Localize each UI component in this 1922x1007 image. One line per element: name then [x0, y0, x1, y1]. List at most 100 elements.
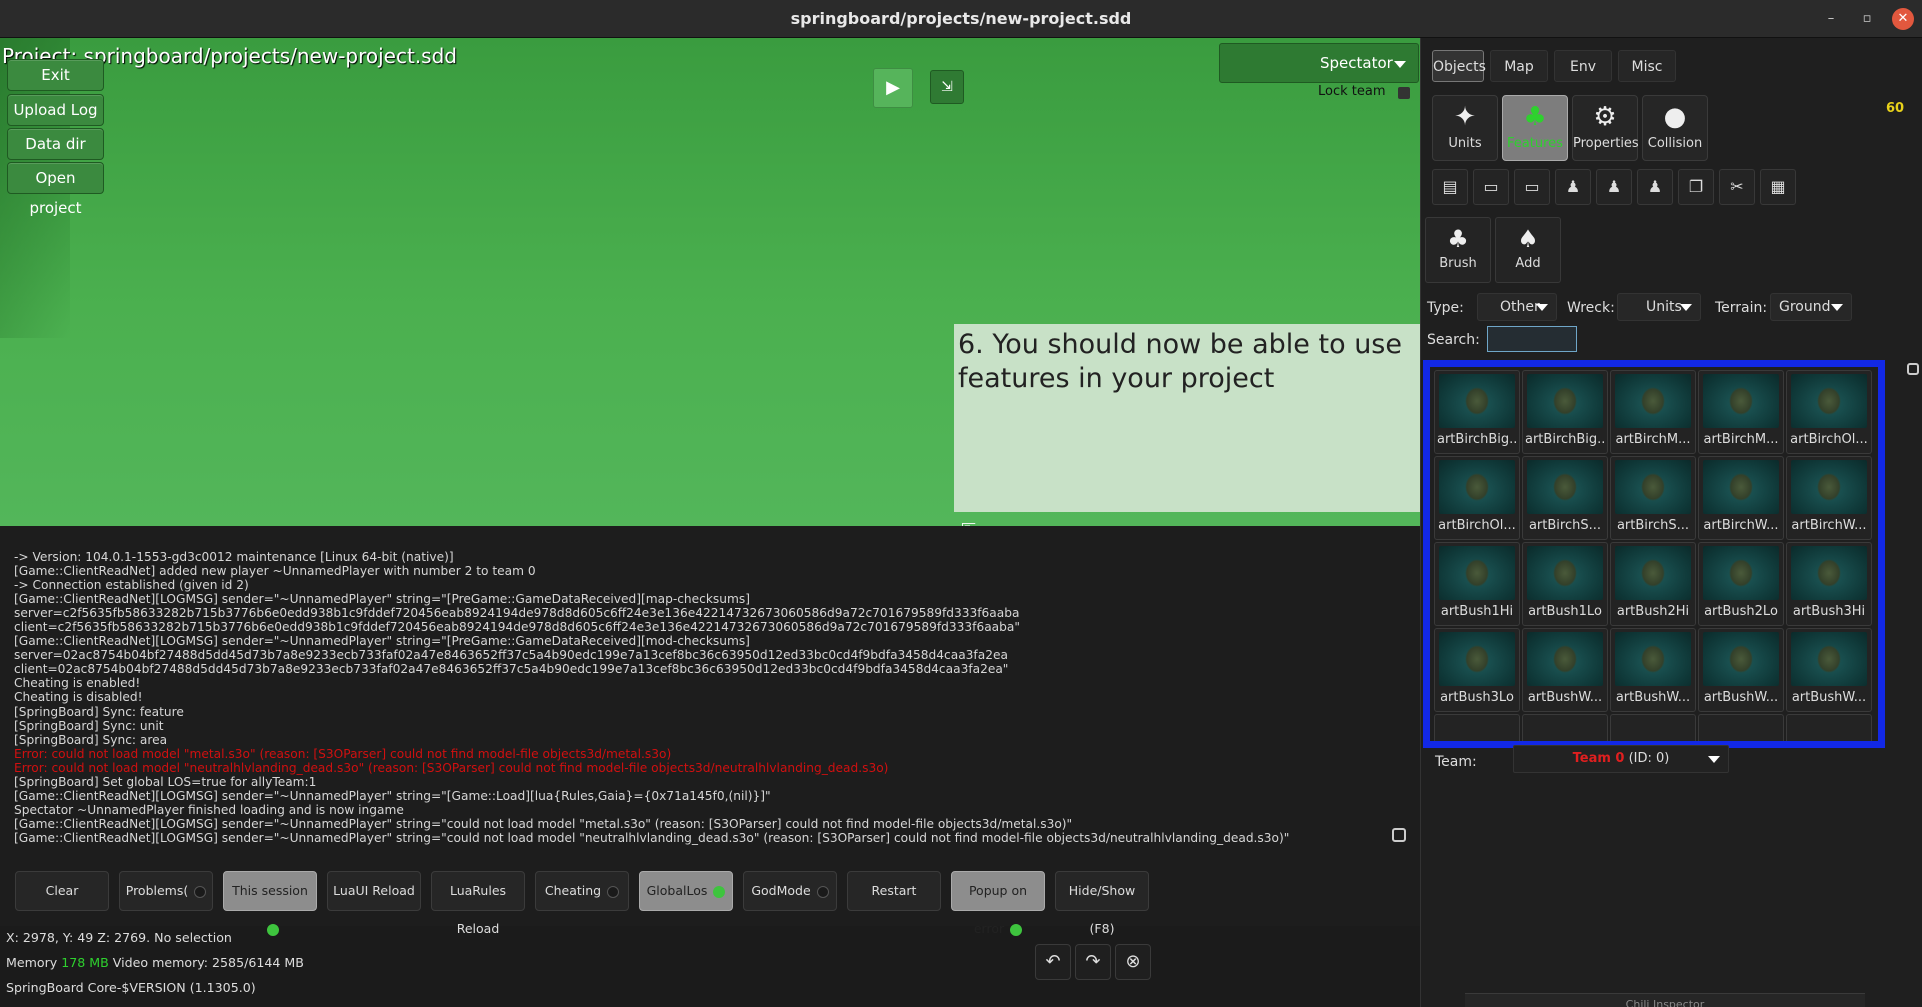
- feature-item[interactable]: artBushW...: [1698, 628, 1784, 712]
- godmode-button[interactable]: GodMode: [743, 871, 837, 911]
- export-button[interactable]: ♟: [1596, 169, 1632, 205]
- status-area: X: 2978, Y: 49 Z: 2769. No selection Mem…: [6, 925, 304, 1000]
- redo-button[interactable]: ↷: [1075, 944, 1111, 980]
- godmode-label: GodMode: [751, 883, 811, 898]
- minimize-icon[interactable]: –: [1820, 8, 1842, 30]
- export-all-button[interactable]: ♟: [1637, 169, 1673, 205]
- feature-item[interactable]: [1434, 714, 1520, 741]
- feature-item[interactable]: artBirchOl...: [1786, 370, 1872, 454]
- feature-item[interactable]: artBirchOl...: [1434, 456, 1520, 540]
- terrain-label: Terrain:: [1715, 300, 1768, 316]
- wreck-label: Wreck:: [1567, 300, 1615, 316]
- tab-env[interactable]: Env: [1554, 50, 1612, 82]
- close-icon[interactable]: ✕: [1892, 8, 1914, 30]
- resize-icon[interactable]: [1907, 363, 1919, 375]
- feature-label: artBirchS...: [1528, 518, 1602, 533]
- feature-item[interactable]: artBirchS...: [1610, 456, 1696, 540]
- fps-counter: 60: [1886, 101, 1905, 116]
- save-folder-button[interactable]: ▭: [1514, 169, 1550, 205]
- feature-item[interactable]: artBushW...: [1522, 628, 1608, 712]
- luaui-reload-button[interactable]: LuaUI Reload: [327, 871, 421, 911]
- luarules-reload-label: LuaRules Reload: [449, 883, 507, 936]
- feature-item[interactable]: artBirchM...: [1698, 370, 1784, 454]
- upload-log-button[interactable]: Upload Log: [7, 94, 104, 126]
- feature-thumbnail: [1439, 546, 1515, 600]
- memory-label: Memory: [6, 955, 58, 970]
- search-input[interactable]: [1487, 326, 1577, 352]
- team-select[interactable]: Team 0 (ID: 0): [1513, 745, 1729, 773]
- feature-label: artBirchW...: [1791, 518, 1867, 533]
- open-project-button[interactable]: Open project: [7, 162, 104, 217]
- feature-item[interactable]: artBush1Hi: [1434, 542, 1520, 626]
- feature-item[interactable]: artBush3Hi: [1786, 542, 1872, 626]
- feature-item[interactable]: artBirchW...: [1698, 456, 1784, 540]
- tab-misc[interactable]: Misc: [1618, 50, 1676, 82]
- feature-item[interactable]: artBirchBig...: [1434, 370, 1520, 454]
- log-line: [SpringBoard] Sync: unit: [14, 718, 164, 733]
- properties-tool[interactable]: ⚙ Properties: [1572, 95, 1639, 161]
- cheating-button[interactable]: Cheating: [535, 871, 629, 911]
- folder-open-icon: ▭: [1524, 177, 1540, 196]
- feature-label: artBirchBig...: [1525, 432, 1605, 447]
- properties-tool-label: Properties: [1573, 136, 1639, 151]
- feature-item[interactable]: [1786, 714, 1872, 741]
- feature-item[interactable]: artBush3Lo: [1434, 628, 1520, 712]
- collision-icon: ●: [1663, 102, 1687, 132]
- tab-map[interactable]: Map: [1490, 50, 1548, 82]
- feature-item[interactable]: artBushW...: [1786, 628, 1872, 712]
- units-tool[interactable]: ✦ Units: [1432, 95, 1498, 161]
- new-file-button[interactable]: ▤: [1432, 169, 1468, 205]
- feature-item[interactable]: artBirchM...: [1610, 370, 1696, 454]
- terrain-select[interactable]: Ground: [1770, 293, 1852, 321]
- tab-objects[interactable]: Objects: [1432, 50, 1486, 82]
- feature-item[interactable]: artBirchS...: [1522, 456, 1608, 540]
- feature-item[interactable]: artBirchBig...: [1522, 370, 1608, 454]
- feature-item[interactable]: artBush2Lo: [1698, 542, 1784, 626]
- feature-label: artBush1Hi: [1440, 604, 1514, 619]
- open-folder-button[interactable]: ▭: [1473, 169, 1509, 205]
- brush-tool[interactable]: ♣ Brush: [1425, 217, 1491, 283]
- globallos-button[interactable]: GlobalLos: [639, 871, 733, 911]
- import-button[interactable]: ♟: [1555, 169, 1591, 205]
- wreck-select[interactable]: Units: [1617, 293, 1701, 321]
- feature-item[interactable]: artBush1Lo: [1522, 542, 1608, 626]
- add-tool[interactable]: ♠ Add: [1495, 217, 1561, 283]
- maximize-icon[interactable]: ▫: [1856, 8, 1878, 30]
- feature-item[interactable]: artBush2Hi: [1610, 542, 1696, 626]
- restart-button[interactable]: Restart: [847, 871, 941, 911]
- features-tool[interactable]: ♣ Features: [1502, 95, 1568, 161]
- feature-label: artBirchS...: [1616, 518, 1690, 533]
- play-button[interactable]: ▶: [873, 68, 913, 108]
- problems-button[interactable]: Problems(: [119, 871, 213, 911]
- luaui-reload-label: LuaUI Reload: [333, 883, 415, 898]
- memory-value: 178 MB: [61, 955, 109, 970]
- feature-item[interactable]: artBirchW...: [1786, 456, 1872, 540]
- cut-button[interactable]: ✂: [1719, 169, 1755, 205]
- feature-item[interactable]: [1522, 714, 1608, 741]
- type-select[interactable]: Other: [1477, 293, 1557, 321]
- clear-history-button[interactable]: ⊗: [1115, 944, 1151, 980]
- hide-show-f8-button[interactable]: Hide/Show (F8): [1055, 871, 1149, 936]
- spectator-select[interactable]: Spectator: [1219, 43, 1419, 83]
- type-label: Type:: [1427, 300, 1464, 316]
- popup-on-error-button[interactable]: Popup on error: [951, 871, 1045, 936]
- exit-button[interactable]: Exit: [7, 59, 104, 91]
- feature-item[interactable]: artBushW...: [1610, 628, 1696, 712]
- team-id: (ID: 0): [1628, 751, 1670, 766]
- collision-tool[interactable]: ● Collision: [1642, 95, 1708, 161]
- undo-button[interactable]: ↶: [1035, 944, 1071, 980]
- lock-team-checkbox[interactable]: [1398, 87, 1410, 99]
- paste-button[interactable]: ▦: [1760, 169, 1796, 205]
- feature-item[interactable]: [1698, 714, 1784, 741]
- clear-button[interactable]: Clear: [15, 871, 109, 911]
- step-button[interactable]: ⇲: [930, 70, 964, 104]
- copy-button[interactable]: ❐: [1678, 169, 1714, 205]
- log-line: [Game::ClientReadNet][LOGMSG] sender="~U…: [14, 830, 1290, 845]
- feature-item[interactable]: [1610, 714, 1696, 741]
- this-session-button[interactable]: This session: [223, 871, 317, 936]
- data-dir-button[interactable]: Data dir: [7, 128, 104, 160]
- chili-inspector[interactable]: Chili Inspector: [1465, 993, 1865, 1007]
- resize-icon[interactable]: [1392, 828, 1406, 842]
- game-viewport[interactable]: Project: springboard/projects/new-projec…: [0, 38, 1420, 526]
- luarules-reload-button[interactable]: LuaRules Reload: [431, 871, 525, 936]
